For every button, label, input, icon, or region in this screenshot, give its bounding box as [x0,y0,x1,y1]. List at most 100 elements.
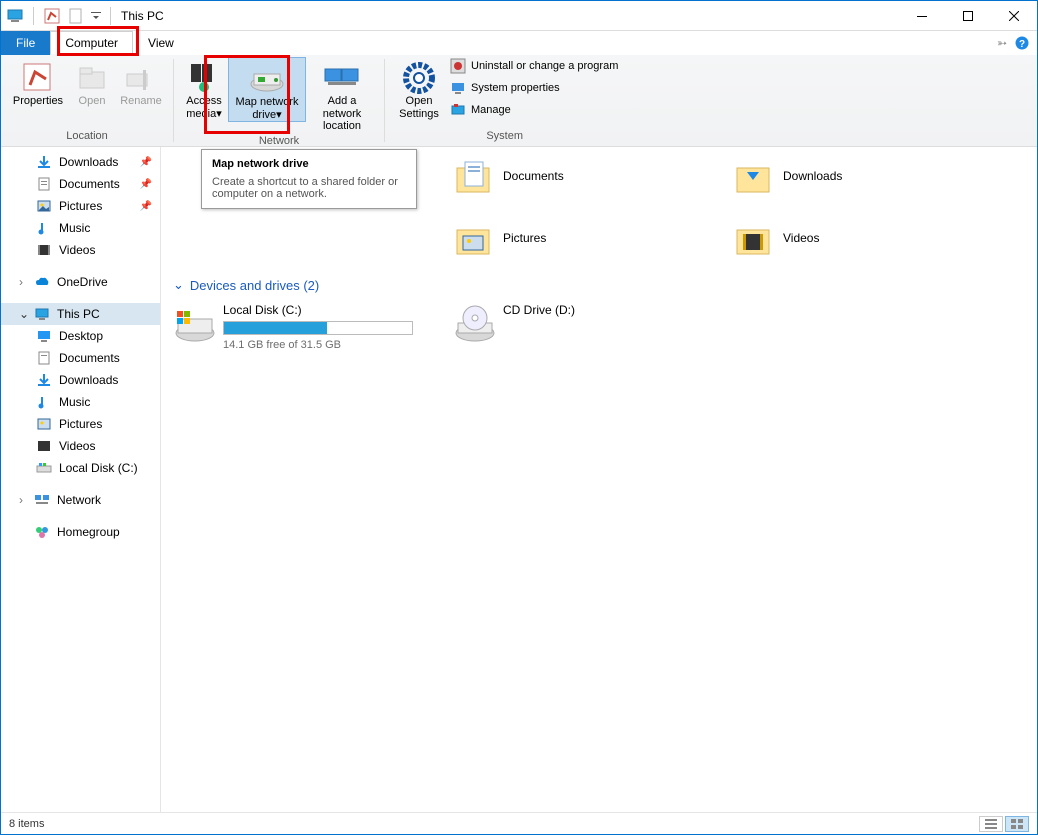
help-icon[interactable]: ? [1015,36,1029,50]
uninstall-label: Uninstall or change a program [471,60,618,72]
folder-label: Documents [503,169,564,183]
nav-label: Downloads [59,155,118,169]
manage-icon [449,101,467,119]
open-settings-button[interactable]: Open Settings [391,57,447,120]
devices-section-header[interactable]: ⌄ Devices and drives (2) [173,277,1025,293]
pin-icon: 📌 [140,179,152,190]
nav-videos[interactable]: Videos [1,435,160,457]
properties-qat-icon[interactable] [42,6,62,26]
navigation-pane: Downloads📌 Documents 📌 Pictures📌 Music Vi… [1,147,161,812]
open-settings-label: Open Settings [393,95,445,120]
ribbon-tabs: File Computer View ➳ ? [1,31,1037,55]
downloads-icon [35,371,53,389]
nav-music[interactable]: Music [1,391,160,413]
nav-label: Videos [59,243,95,257]
nav-documents[interactable]: Documents [1,347,160,369]
new-qat-icon[interactable] [66,6,86,26]
nav-quick-pictures[interactable]: Pictures📌 [1,195,160,217]
thispc-icon [33,305,51,323]
tab-extras: ➳ ? [997,31,1037,55]
maximize-button[interactable] [945,1,991,31]
nav-downloads[interactable]: Downloads [1,369,160,391]
chevron-right-icon[interactable]: › [19,275,27,289]
network-icon [33,491,51,509]
drive-local-disk[interactable]: Local Disk (C:) 14.1 GB free of 31.5 GB [173,303,413,351]
tab-view[interactable]: View [133,31,189,55]
folders-row-2: Pictures Videos [173,215,1025,261]
folder-videos[interactable]: Videos [733,215,973,261]
documents-icon [35,175,53,193]
minimize-button[interactable] [899,1,945,31]
separator [110,7,111,25]
minimize-ribbon-icon[interactable]: ➳ [997,36,1007,50]
map-network-drive-button[interactable]: Map network drive▾ [228,57,306,122]
add-network-location-button[interactable]: Add a network location [306,57,378,133]
videos-folder-icon [733,218,773,258]
open-label: Open [79,95,106,108]
music-icon [35,393,53,411]
nav-quick-downloads[interactable]: Downloads📌 [1,151,160,173]
drive-cd[interactable]: CD Drive (D:) [453,303,693,351]
nav-label: Documents [59,351,120,365]
folder-downloads[interactable]: Downloads [733,153,973,199]
drives-row: Local Disk (C:) 14.1 GB free of 31.5 GB … [173,303,1025,351]
nav-network[interactable]: › Network [1,489,160,511]
nav-label: Local Disk (C:) [59,461,138,475]
access-media-label: Access media▾ [182,95,226,120]
nav-onedrive[interactable]: › OneDrive [1,271,160,293]
desktop-icon [35,327,53,345]
add-location-label: Add a network location [308,95,376,133]
map-drive-label: Map network drive▾ [231,96,303,121]
status-bar: 8 items [1,812,1037,834]
system-links: Uninstall or change a program System pro… [447,57,618,119]
nav-quick-videos[interactable]: Videos [1,239,160,261]
folder-pictures[interactable]: Pictures [453,215,693,261]
svg-text:?: ? [1019,39,1025,50]
pictures-folder-icon [453,218,493,258]
drive-usage-meter [223,321,413,335]
map-network-drive-tooltip: Map network drive Create a shortcut to a… [201,149,417,209]
nav-quick-documents[interactable]: Documents 📌 [1,173,160,195]
chevron-down-icon: ⌄ [173,277,184,293]
nav-desktop[interactable]: Desktop [1,325,160,347]
qat-dropdown-icon[interactable] [90,6,102,26]
rename-label: Rename [120,95,162,108]
folder-documents[interactable]: Documents [453,153,693,199]
system-properties-link[interactable]: System properties [449,79,618,97]
drive-icon [35,459,53,477]
access-media-button[interactable]: Access media▾ [180,57,228,120]
nav-label: Documents [59,177,120,191]
nav-pictures[interactable]: Pictures [1,413,160,435]
tooltip-body: Create a shortcut to a shared folder or … [212,176,406,200]
pictures-icon [35,197,53,215]
homegroup-icon [33,523,51,541]
local-disk-icon [173,303,213,343]
chevron-right-icon[interactable]: › [19,493,27,507]
ribbon-group-label: System [391,128,618,146]
nav-label: Network [57,493,101,507]
nav-homegroup[interactable]: Homegroup [1,521,160,543]
properties-button[interactable]: Properties [7,57,69,108]
ribbon-group-network: Access media▾ Map network drive▾ Add a n… [174,55,384,146]
tiles-view-toggle[interactable] [1005,816,1029,832]
nav-label: Music [59,395,90,409]
downloads-icon [35,153,53,171]
nav-local-disk[interactable]: Local Disk (C:) [1,457,160,479]
onedrive-icon [33,273,51,291]
quick-access-toolbar [1,1,115,30]
drive-free-label: 14.1 GB free of 31.5 GB [223,339,413,351]
close-button[interactable] [991,1,1037,31]
nav-label: Desktop [59,329,103,343]
tab-file[interactable]: File [1,31,50,55]
drive-usage-fill [224,322,327,334]
section-label: Devices and drives (2) [190,278,319,293]
details-view-toggle[interactable] [979,816,1003,832]
nav-label: Music [59,221,90,235]
nav-thispc[interactable]: ⌄ This PC [1,303,160,325]
nav-quick-music[interactable]: Music [1,217,160,239]
manage-link[interactable]: Manage [449,101,618,119]
open-button: Open [69,57,115,108]
uninstall-link[interactable]: Uninstall or change a program [449,57,618,75]
chevron-down-icon[interactable]: ⌄ [19,307,27,321]
tab-computer[interactable]: Computer [50,31,133,55]
